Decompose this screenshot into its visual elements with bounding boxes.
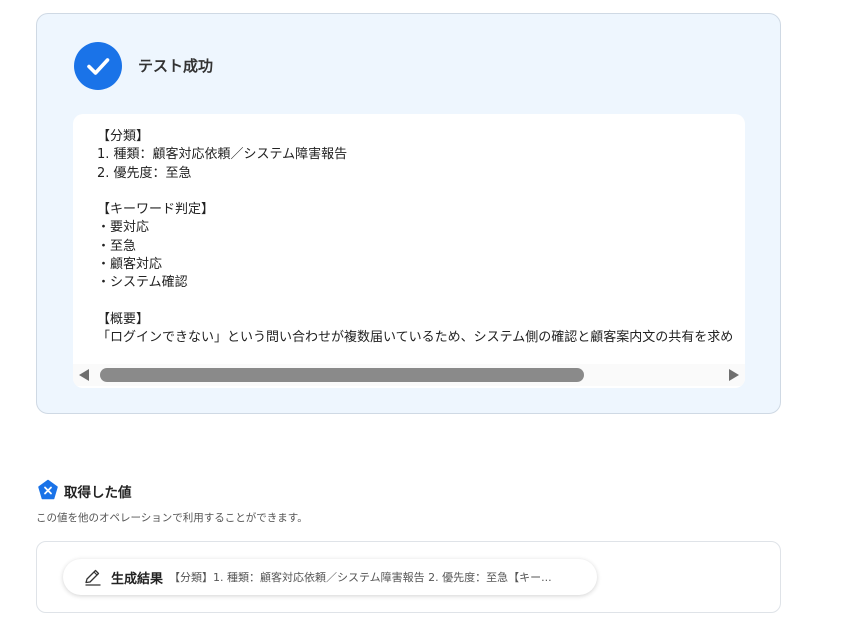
pen-sparkle-icon xyxy=(83,567,103,587)
check-circle-icon xyxy=(74,42,122,90)
value-chip-preview: 【分類】1. 種類：顧客対応依頼／システム障害報告 2. 優先度：至急【キー..… xyxy=(169,571,552,584)
test-success-title: テスト成功 xyxy=(138,57,214,75)
result-output-text: 【分類】 1. 種類：顧客対応依頼／システム障害報告 2. 優先度：至急 【キー… xyxy=(97,129,734,346)
acquired-values-title: 取得した値 xyxy=(64,485,132,501)
variable-badge-icon xyxy=(37,479,59,501)
acquired-values-list: 生成結果 【分類】1. 種類：顧客対応依頼／システム障害報告 2. 優先度：至急… xyxy=(36,541,781,613)
acquired-values-description: この値を他のオペレーションで利用することができます。 xyxy=(36,512,308,524)
result-output-box: 【分類】 1. 種類：顧客対応依頼／システム障害報告 2. 優先度：至急 【キー… xyxy=(73,114,745,388)
scroll-right-arrow-icon[interactable] xyxy=(729,369,739,381)
scroll-left-arrow-icon[interactable] xyxy=(79,369,89,381)
value-chip-generated-result[interactable]: 生成結果 【分類】1. 種類：顧客対応依頼／システム障害報告 2. 優先度：至急… xyxy=(63,559,597,595)
scrollbar-thumb[interactable] xyxy=(100,368,584,382)
value-chip-label: 生成結果 xyxy=(111,571,164,587)
horizontal-scrollbar[interactable] xyxy=(73,364,745,386)
test-success-panel: テスト成功 【分類】 1. 種類：顧客対応依頼／システム障害報告 2. 優先度：… xyxy=(36,13,781,414)
